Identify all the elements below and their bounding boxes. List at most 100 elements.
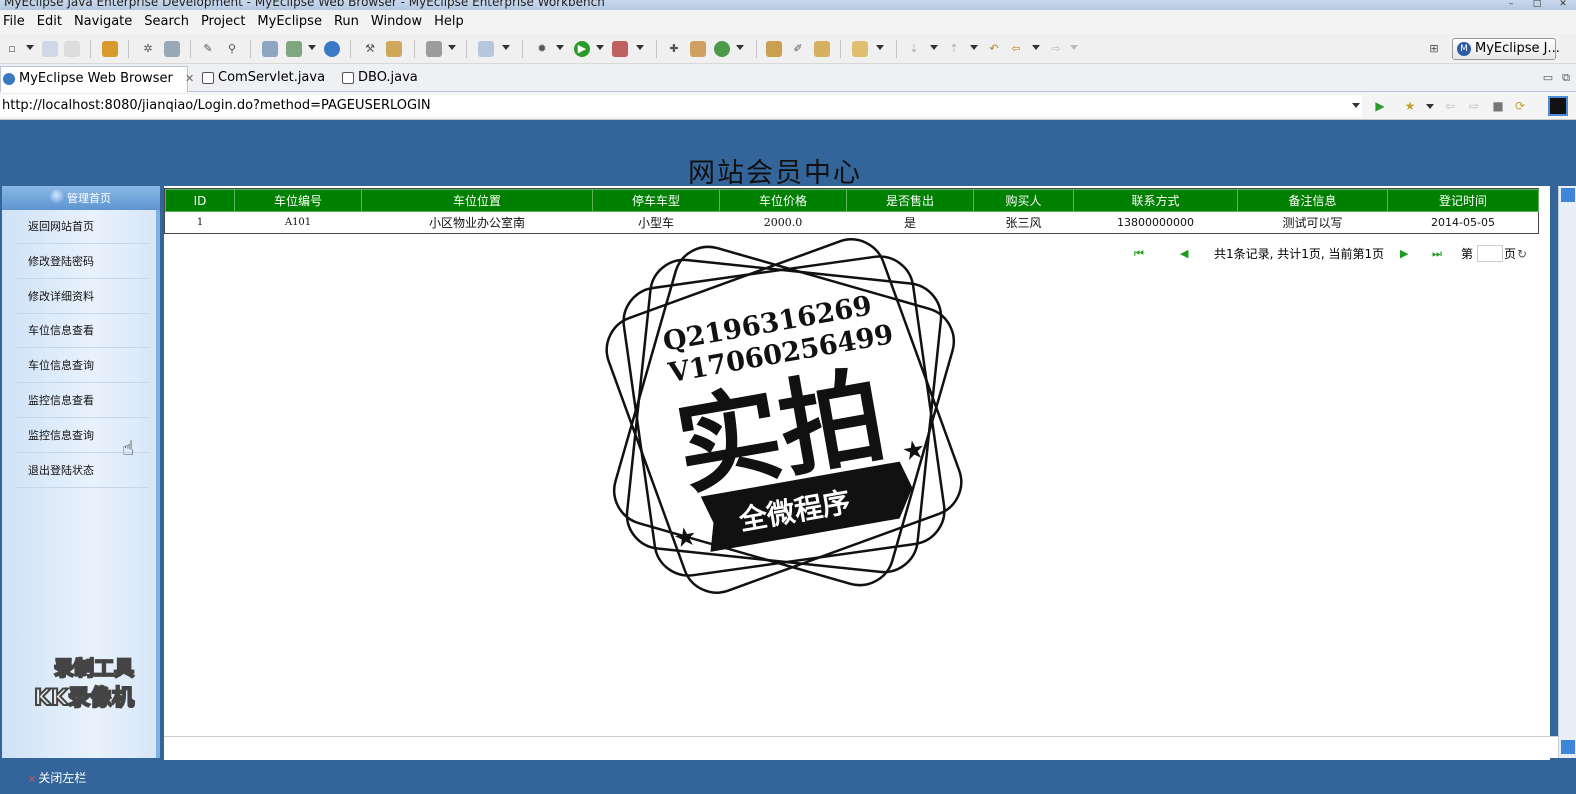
favorites-icon[interactable]: ★ bbox=[1402, 98, 1418, 114]
minimize-button[interactable]: – bbox=[1498, 0, 1524, 10]
chevron-down-icon[interactable] bbox=[556, 45, 564, 50]
stop-icon[interactable]: ■ bbox=[1490, 98, 1506, 114]
tool-icon[interactable]: ⚒ bbox=[362, 41, 378, 57]
run-icon[interactable]: ▶ bbox=[574, 41, 590, 57]
menu-help[interactable]: Help bbox=[428, 10, 470, 34]
menu-run[interactable]: Run bbox=[328, 10, 365, 34]
sidebar-item-change-password[interactable]: 修改登陆密码 bbox=[16, 245, 148, 279]
next-annotation-icon[interactable]: ⇣ bbox=[906, 41, 922, 57]
java-file-icon bbox=[342, 72, 354, 84]
open-type-icon[interactable] bbox=[478, 41, 494, 57]
server-icon[interactable] bbox=[164, 41, 180, 57]
globe-icon[interactable] bbox=[324, 41, 340, 57]
scroll-down-icon[interactable] bbox=[1561, 740, 1575, 754]
terminal-icon[interactable] bbox=[1548, 96, 1568, 116]
chevron-down-icon[interactable] bbox=[26, 45, 34, 50]
sidebar-item-return-home[interactable]: 返回网站首页 bbox=[16, 210, 148, 244]
open-perspective-icon[interactable]: ⊞ bbox=[1426, 41, 1442, 57]
external-tools-icon[interactable] bbox=[612, 41, 628, 57]
debug-icon[interactable]: ✹ bbox=[534, 41, 550, 57]
prev-annotation-icon[interactable]: ⇡ bbox=[946, 41, 962, 57]
next-page-icon[interactable]: ▶ bbox=[1400, 244, 1408, 264]
ant-icon[interactable] bbox=[286, 41, 302, 57]
chevron-down-icon[interactable] bbox=[736, 45, 744, 50]
menu-navigate[interactable]: Navigate bbox=[68, 10, 138, 34]
parking-table: ID 车位编号 车位位置 停车车型 车位价格 是否售出 购买人 联系方式 备注信… bbox=[164, 188, 1539, 234]
menu-edit[interactable]: Edit bbox=[31, 10, 68, 34]
sidebar-item-query-parking[interactable]: 车位信息查询 bbox=[16, 349, 148, 383]
save-icon[interactable] bbox=[42, 41, 58, 57]
column-header: ID bbox=[165, 189, 235, 212]
menu-search[interactable]: Search bbox=[138, 10, 195, 34]
prev-page-icon[interactable]: ◀ bbox=[1180, 244, 1188, 264]
column-header: 车位价格 bbox=[719, 189, 847, 212]
tab-label: ComServlet.java bbox=[218, 70, 326, 85]
main-toolbar: ▫ ✲ ✎ ⚲ ⚒ ✹ ▶ ✚ ✐ ⇣ ⇡ ↶ ⇦ ⇨ ⊞ M MyEclips… bbox=[0, 34, 1576, 64]
search-icon[interactable]: ⚲ bbox=[224, 41, 240, 57]
table-row[interactable]: 1 A101 小区物业办公室南 小型车 2000.0 是 张三风 1380000… bbox=[166, 212, 1539, 233]
pen-icon[interactable]: ✐ bbox=[790, 41, 806, 57]
chevron-down-icon[interactable] bbox=[308, 45, 316, 50]
sidebar-item-view-parking[interactable]: 车位信息查看 bbox=[16, 314, 148, 348]
new-icon[interactable]: ▫ bbox=[4, 41, 20, 57]
close-sidebar-link[interactable]: 关闭左栏 bbox=[28, 769, 86, 786]
wizard-icon[interactable]: ✎ bbox=[200, 41, 216, 57]
myeclipse-logo-icon: M bbox=[1457, 42, 1471, 56]
new-package-icon[interactable] bbox=[690, 41, 706, 57]
chevron-down-icon[interactable] bbox=[970, 45, 978, 50]
minimize-view-icon[interactable]: ▭ bbox=[1540, 70, 1556, 86]
sidebar-header[interactable]: 管理首页 bbox=[2, 186, 160, 210]
chevron-down-icon[interactable] bbox=[930, 45, 938, 50]
last-page-icon[interactable]: ⏭ bbox=[1432, 244, 1442, 264]
scroll-up-icon[interactable] bbox=[1561, 188, 1575, 202]
first-page-icon[interactable]: ⏮ bbox=[1134, 244, 1144, 264]
camera-icon[interactable] bbox=[426, 41, 442, 57]
new-class-wizard-icon[interactable] bbox=[714, 41, 730, 57]
maximize-view-icon[interactable]: ⧉ bbox=[1558, 70, 1574, 86]
tab-label: DBO.java bbox=[358, 70, 418, 85]
chevron-down-icon[interactable] bbox=[1352, 103, 1360, 108]
print-icon[interactable] bbox=[64, 41, 80, 57]
new-class-icon[interactable] bbox=[386, 41, 402, 57]
forward-icon[interactable]: ⇨ bbox=[1048, 41, 1064, 57]
menu-project[interactable]: Project bbox=[195, 10, 251, 34]
perspective-button[interactable]: M MyEclipse J... bbox=[1452, 38, 1560, 60]
url-input[interactable]: http://localhost:8080/jianqiao/Login.do?… bbox=[0, 95, 1362, 117]
folder-icon[interactable] bbox=[852, 41, 868, 57]
new-project-icon[interactable]: ✚ bbox=[666, 41, 682, 57]
goto-page-input[interactable] bbox=[1477, 245, 1503, 262]
chevron-down-icon[interactable] bbox=[876, 45, 884, 50]
close-window-button[interactable]: ✕ bbox=[1550, 0, 1576, 10]
back-icon[interactable]: ⇦ bbox=[1442, 98, 1458, 114]
archive-icon[interactable] bbox=[814, 41, 830, 57]
chevron-down-icon[interactable] bbox=[1426, 104, 1434, 109]
package-icon[interactable] bbox=[102, 41, 118, 57]
sidebar-item-view-monitor[interactable]: 监控信息查看 bbox=[16, 384, 148, 418]
tab-comservlet[interactable]: ComServlet.java bbox=[200, 66, 325, 92]
sidebar-item-edit-profile[interactable]: 修改详细资料 bbox=[16, 280, 148, 314]
goto-refresh-icon[interactable]: ↻ bbox=[1517, 244, 1527, 264]
chevron-down-icon[interactable] bbox=[448, 45, 456, 50]
forward-icon[interactable]: ⇨ bbox=[1466, 98, 1482, 114]
chevron-down-icon[interactable] bbox=[1070, 45, 1078, 50]
menu-file[interactable]: File bbox=[0, 10, 31, 34]
open-folder-icon[interactable] bbox=[766, 41, 782, 57]
maximize-button[interactable]: □ bbox=[1524, 0, 1550, 10]
deploy-icon[interactable] bbox=[262, 41, 278, 57]
close-tab-icon[interactable]: ✕ bbox=[185, 72, 194, 85]
back-icon[interactable]: ⇦ bbox=[1008, 41, 1024, 57]
last-edit-icon[interactable]: ↶ bbox=[986, 41, 1002, 57]
chevron-down-icon[interactable] bbox=[1032, 45, 1040, 50]
menu-myeclipse[interactable]: MyEclipse bbox=[251, 10, 328, 34]
column-header: 车位位置 bbox=[361, 189, 593, 212]
tab-web-browser[interactable]: MyEclipse Web Browser ✕ bbox=[0, 66, 194, 92]
chevron-down-icon[interactable] bbox=[636, 45, 644, 50]
chevron-down-icon[interactable] bbox=[502, 45, 510, 50]
chevron-down-icon[interactable] bbox=[596, 45, 604, 50]
go-icon[interactable]: ▶ bbox=[1372, 98, 1388, 114]
menu-window[interactable]: Window bbox=[365, 10, 428, 34]
page-scrollbar[interactable] bbox=[1558, 186, 1576, 758]
build-icon[interactable]: ✲ bbox=[140, 41, 156, 57]
refresh-icon[interactable]: ⟳ bbox=[1512, 98, 1528, 114]
tab-dbo[interactable]: DBO.java bbox=[340, 66, 418, 92]
